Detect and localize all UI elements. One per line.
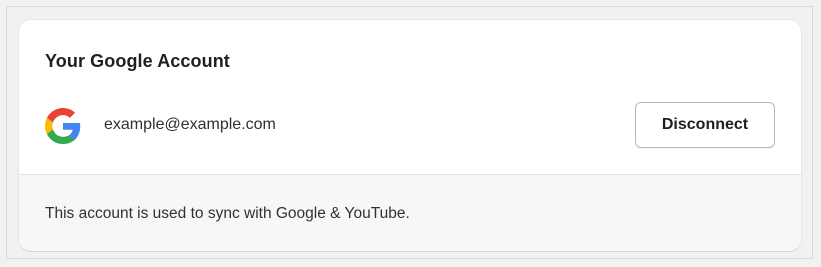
card-footer: This account is used to sync with Google… [19,175,801,251]
card-title: Your Google Account [45,51,230,71]
google-logo-icon [45,108,81,144]
account-row: example@example.com Disconnect [45,102,775,150]
disconnect-button[interactable]: Disconnect [635,102,775,148]
account-email: example@example.com [104,116,276,133]
google-account-card: Your Google Account example@example.com … [19,20,801,251]
sync-info-text: This account is used to sync with Google… [45,205,410,222]
